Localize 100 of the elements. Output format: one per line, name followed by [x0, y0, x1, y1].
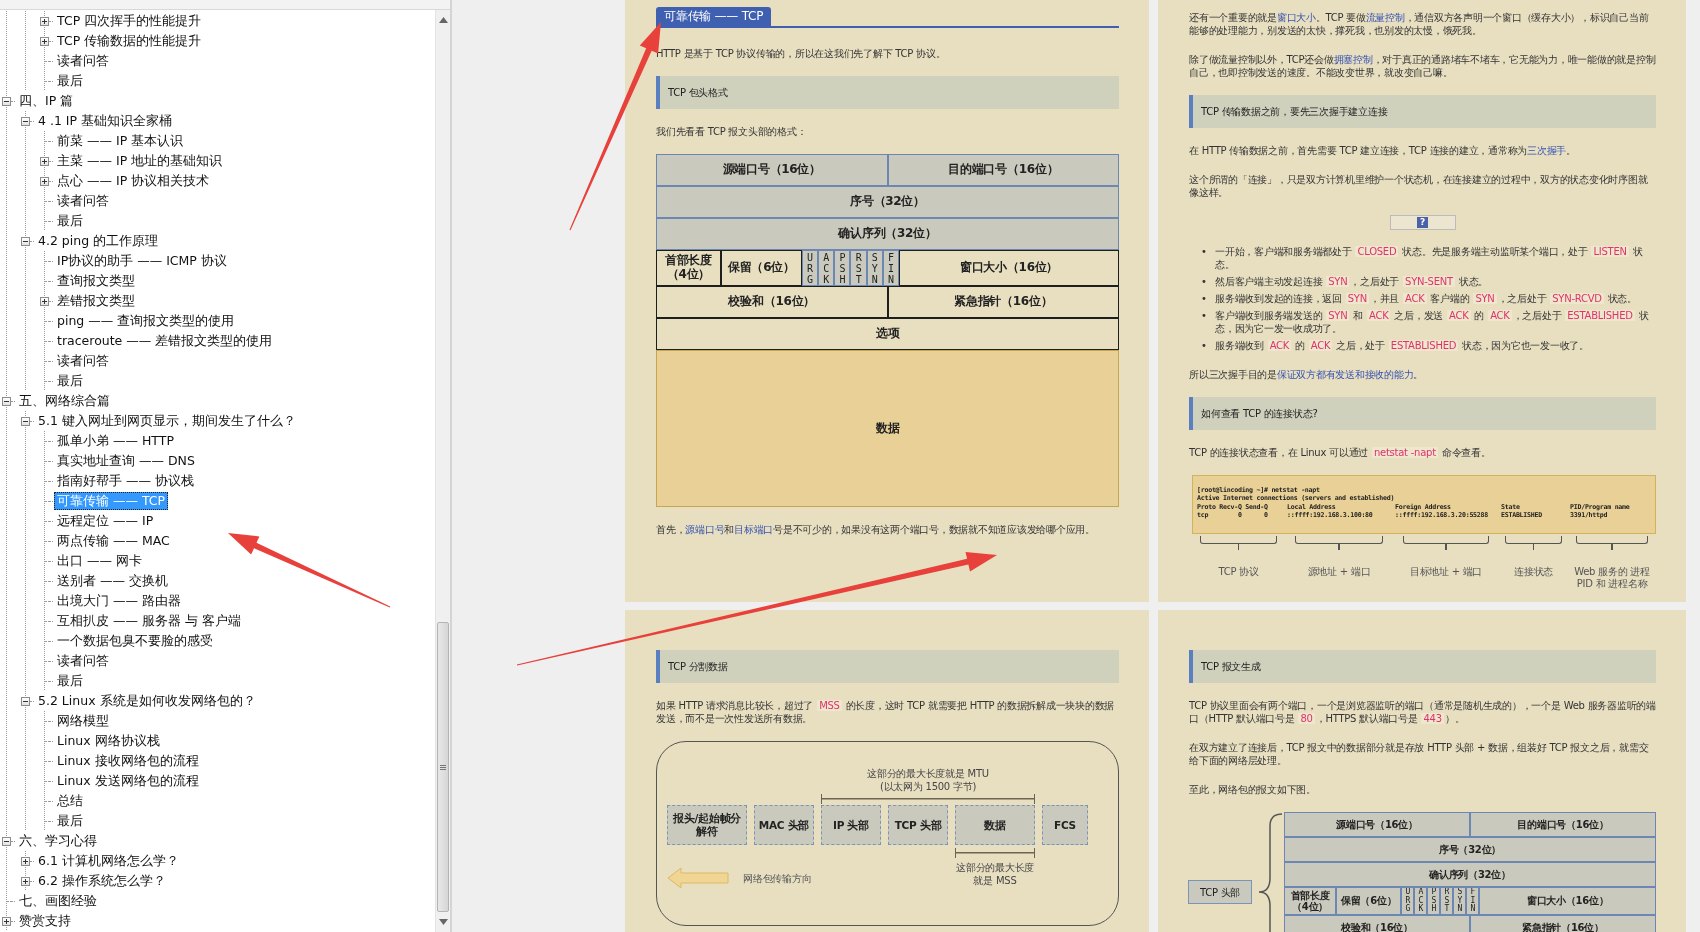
- inline-code: SYN: [1473, 293, 1497, 304]
- tree-toggle[interactable]: [40, 156, 49, 166]
- tree-item[interactable]: 读者问答: [54, 52, 112, 70]
- tree-item[interactable]: ping —— 查询报文类型的使用: [54, 312, 238, 330]
- tree-item[interactable]: 最后: [54, 212, 86, 230]
- tree-item[interactable]: 4.2 ping 的工作原理: [35, 232, 162, 250]
- tree-item[interactable]: 网络模型: [54, 712, 112, 730]
- tree-item[interactable]: TCP 四次挥手的性能提升: [54, 12, 205, 30]
- tree-toggle[interactable]: [2, 916, 11, 926]
- tree-item[interactable]: 6.1 计算机网络怎么学？: [35, 852, 182, 870]
- tree-toggle[interactable]: [2, 96, 11, 106]
- paragraph: 所以三次握手目的是保证双方都有发送和接收的能力。: [1189, 368, 1424, 381]
- tree-item[interactable]: traceroute —— 差错报文类型的使用: [54, 332, 276, 350]
- tree-item[interactable]: 远程定位 —— IP: [54, 512, 157, 530]
- list-marker: •: [1201, 309, 1208, 322]
- tree-item[interactable]: 七、画图经验: [16, 892, 100, 910]
- frame-part: MAC 头部: [754, 805, 814, 845]
- tree-item[interactable]: IP协议的助手 —— ICMP 协议: [54, 252, 230, 270]
- caption: 就是 MSS: [973, 874, 1017, 887]
- tree-item[interactable]: 5.2 Linux 系统是如何收发网络包的？: [35, 692, 259, 710]
- tree-item[interactable]: 一个数据包臭不要脸的感受: [54, 632, 216, 650]
- tree-toggle[interactable]: [21, 236, 30, 246]
- tree-item[interactable]: TCP 传输数据的性能提升: [54, 32, 205, 50]
- tree-item[interactable]: 指南好帮手 —— 协议栈: [54, 472, 197, 490]
- scrollbar-thumb[interactable]: [437, 622, 449, 912]
- tree-toggle[interactable]: [21, 416, 30, 426]
- tree-item[interactable]: Linux 网络协议栈: [54, 732, 163, 750]
- tree-item[interactable]: Linux 发送网络包的流程: [54, 772, 202, 790]
- tree-toggle[interactable]: [21, 116, 30, 126]
- table-cell: 保留（6位）: [1336, 887, 1402, 915]
- tree-toggle[interactable]: [40, 36, 49, 46]
- scroll-up-icon[interactable]: [438, 17, 448, 23]
- tree-item[interactable]: 四、IP 篇: [16, 92, 77, 110]
- tree-item[interactable]: 最后: [54, 372, 86, 390]
- tree-item[interactable]: 读者问答: [54, 652, 112, 670]
- tree-toggle[interactable]: [21, 856, 30, 866]
- frame-part: FCS: [1042, 805, 1088, 845]
- tree-item[interactable]: 六、学习心得: [16, 832, 100, 850]
- tree-item[interactable]: 赞赏支持: [16, 912, 74, 930]
- text-link[interactable]: 窗口大小: [1276, 12, 1316, 23]
- paragraph: TCP 的连接状态查看，在 Linux 可以通过 netstat -napt 命令查看。: [1189, 446, 1492, 459]
- inline-code: SYN: [1326, 310, 1350, 321]
- tree-item[interactable]: 前菜 —— IP 基本认识: [54, 132, 187, 150]
- text-link[interactable]: 目标端口: [734, 524, 773, 535]
- caption: 这部分的最大长度: [956, 861, 1034, 874]
- tree-toggle[interactable]: [40, 16, 49, 26]
- tree-item[interactable]: 真实地址查询 —— DNS: [54, 452, 198, 470]
- table-cell: ACK: [818, 250, 835, 286]
- table-cell: 确认序列（32位）: [1284, 862, 1656, 887]
- tree-item[interactable]: 5.1 键入网址到网页显示，期间发生了什么？: [35, 412, 299, 430]
- tree-item[interactable]: 总结: [54, 792, 86, 810]
- tree-item[interactable]: 出口 —— 网卡: [54, 552, 145, 570]
- section-heading: TCP 包头格式: [656, 76, 1119, 109]
- scrollbar[interactable]: [435, 10, 450, 932]
- tree-item[interactable]: 点心 —— IP 协议相关技术: [54, 172, 213, 190]
- inline-code: ESTABLISHED: [1565, 310, 1635, 321]
- text-link[interactable]: 源端口号: [685, 524, 725, 535]
- tree-item[interactable]: 4 .1 IP 基础知识全家桶: [35, 112, 176, 130]
- left-arrow-icon: [667, 867, 729, 889]
- caption: 网络包传输方向: [743, 871, 812, 885]
- table-cell: 数据: [656, 350, 1119, 507]
- tree-toggle[interactable]: [21, 696, 30, 706]
- tree-item[interactable]: 读者问答: [54, 352, 112, 370]
- tree-item[interactable]: 五、网络综合篇: [16, 392, 113, 410]
- table-cell: SYN: [1453, 887, 1467, 915]
- table-cell: 选项: [656, 318, 1119, 350]
- tree-item[interactable]: 查询报文类型: [54, 272, 138, 290]
- inline-code: netstat -napt: [1371, 447, 1438, 458]
- tree-toggle[interactable]: [40, 296, 49, 306]
- table-cell: RST: [1440, 887, 1454, 915]
- tree-item[interactable]: 差错报文类型: [54, 292, 138, 310]
- paragraph: 在双方建立了连接后，TCP 报文中的数据部分就是存放 HTTP 头部 + 数据，组装好 TCP 报文之后，就需交给下面的网络层处理。: [1189, 741, 1650, 767]
- text-link[interactable]: 拥塞控制: [1333, 54, 1373, 65]
- tree-item[interactable]: 互相扒皮 —— 服务器 与 客户端: [54, 612, 244, 630]
- section-title: 可靠传输 —— TCP: [656, 7, 772, 26]
- list-marker: •: [1201, 245, 1208, 258]
- caption: (以太网为 1500 字节): [879, 780, 977, 793]
- table-cell: 首部长度（4位）: [656, 250, 721, 286]
- scroll-down-icon[interactable]: [438, 919, 448, 925]
- tree-toggle[interactable]: [40, 176, 49, 186]
- caption: 这部分的最大长度就是 MTU: [867, 767, 989, 780]
- inline-code: LISTEN: [1591, 246, 1629, 257]
- tree-item[interactable]: 出境大门 —— 路由器: [54, 592, 184, 610]
- list-item: 一开始，客户端和服务端都处于 CLOSED 状态。先是服务端主动监听某个端口，处于 LISTEN 状态。: [1215, 245, 1644, 271]
- tree-item[interactable]: 6.2 操作系统怎么学？: [35, 872, 169, 890]
- tree-item[interactable]: 最后: [54, 812, 86, 830]
- tree-item[interactable]: 两点传输 —— MAC: [54, 532, 173, 550]
- tree-item[interactable]: 主菜 —— IP 地址的基础知识: [54, 152, 226, 170]
- tree-item[interactable]: 孤单小弟 —— HTTP: [54, 432, 177, 450]
- tree-item[interactable]: 送别者 —— 交换机: [54, 572, 171, 590]
- tree-toggle[interactable]: [2, 836, 11, 846]
- tree-toggle[interactable]: [2, 396, 11, 406]
- tree-item[interactable]: 读者问答: [54, 192, 112, 210]
- tree-toggle[interactable]: [21, 876, 30, 886]
- text-link[interactable]: 流量控制: [1365, 12, 1405, 23]
- tree-item[interactable]: 最后: [54, 672, 86, 690]
- paragraph: 首先，源端口号和目标端口号是不可少的，如果没有这两个端口号，数据就不知道应该发给哪个应用。: [656, 523, 1096, 536]
- tree-item[interactable]: 最后: [54, 72, 86, 90]
- tree-item[interactable]: Linux 接收网络包的流程: [54, 752, 202, 770]
- table-cell: 目的端口号（16位）: [1470, 812, 1656, 837]
